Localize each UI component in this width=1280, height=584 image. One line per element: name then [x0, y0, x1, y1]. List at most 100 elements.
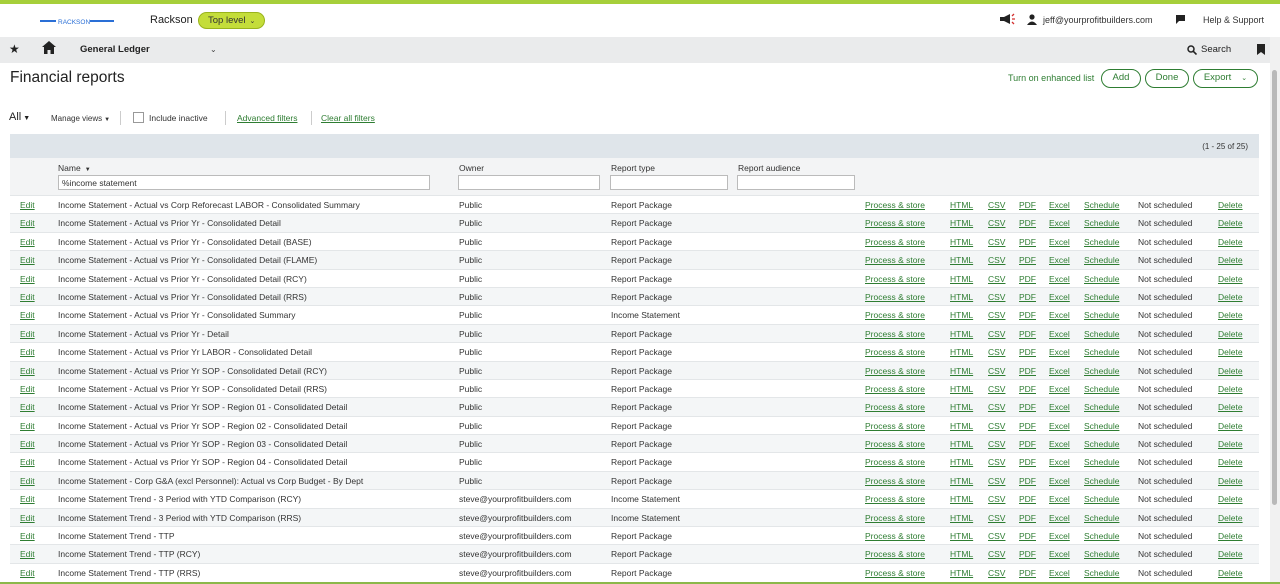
- process-store-link[interactable]: Process & store: [865, 218, 925, 228]
- pdf-link[interactable]: PDF: [1019, 549, 1036, 559]
- include-inactive-checkbox[interactable]: [133, 112, 144, 123]
- process-store-link[interactable]: Process & store: [865, 200, 925, 210]
- pdf-link[interactable]: PDF: [1019, 310, 1036, 320]
- delete-link[interactable]: Delete: [1218, 513, 1243, 523]
- bookmark-icon[interactable]: [1257, 44, 1265, 58]
- edit-link[interactable]: Edit: [20, 347, 35, 357]
- process-store-link[interactable]: Process & store: [865, 531, 925, 541]
- schedule-link[interactable]: Schedule: [1084, 310, 1119, 320]
- edit-link[interactable]: Edit: [20, 237, 35, 247]
- pdf-link[interactable]: PDF: [1019, 384, 1036, 394]
- excel-link[interactable]: Excel: [1049, 329, 1070, 339]
- html-link[interactable]: HTML: [950, 255, 973, 265]
- csv-link[interactable]: CSV: [988, 531, 1005, 541]
- edit-link[interactable]: Edit: [20, 531, 35, 541]
- html-link[interactable]: HTML: [950, 347, 973, 357]
- pdf-link[interactable]: PDF: [1019, 531, 1036, 541]
- excel-link[interactable]: Excel: [1049, 384, 1070, 394]
- chat-icon[interactable]: [1175, 14, 1186, 27]
- csv-link[interactable]: CSV: [988, 237, 1005, 247]
- process-store-link[interactable]: Process & store: [865, 421, 925, 431]
- edit-link[interactable]: Edit: [20, 402, 35, 412]
- delete-link[interactable]: Delete: [1218, 366, 1243, 376]
- html-link[interactable]: HTML: [950, 274, 973, 284]
- csv-link[interactable]: CSV: [988, 476, 1005, 486]
- process-store-link[interactable]: Process & store: [865, 439, 925, 449]
- html-link[interactable]: HTML: [950, 421, 973, 431]
- pdf-link[interactable]: PDF: [1019, 200, 1036, 210]
- csv-link[interactable]: CSV: [988, 310, 1005, 320]
- process-store-link[interactable]: Process & store: [865, 513, 925, 523]
- announcement-icon[interactable]: [999, 13, 1015, 27]
- excel-link[interactable]: Excel: [1049, 476, 1070, 486]
- edit-link[interactable]: Edit: [20, 549, 35, 559]
- csv-link[interactable]: CSV: [988, 402, 1005, 412]
- csv-link[interactable]: CSV: [988, 366, 1005, 376]
- html-link[interactable]: HTML: [950, 513, 973, 523]
- csv-link[interactable]: CSV: [988, 200, 1005, 210]
- delete-link[interactable]: Delete: [1218, 494, 1243, 504]
- clear-filters-link[interactable]: Clear all filters: [321, 113, 375, 123]
- enhanced-list-toggle[interactable]: Turn on enhanced list: [1008, 73, 1094, 83]
- delete-link[interactable]: Delete: [1218, 255, 1243, 265]
- schedule-link[interactable]: Schedule: [1084, 237, 1119, 247]
- delete-link[interactable]: Delete: [1218, 384, 1243, 394]
- csv-link[interactable]: CSV: [988, 568, 1005, 578]
- process-store-link[interactable]: Process & store: [865, 568, 925, 578]
- entity-level-selector[interactable]: Top level ⌄: [198, 12, 266, 29]
- edit-link[interactable]: Edit: [20, 292, 35, 302]
- process-store-link[interactable]: Process & store: [865, 255, 925, 265]
- excel-link[interactable]: Excel: [1049, 292, 1070, 302]
- schedule-link[interactable]: Schedule: [1084, 457, 1119, 467]
- html-link[interactable]: HTML: [950, 549, 973, 559]
- html-link[interactable]: HTML: [950, 366, 973, 376]
- schedule-link[interactable]: Schedule: [1084, 568, 1119, 578]
- excel-link[interactable]: Excel: [1049, 255, 1070, 265]
- scrollbar-thumb[interactable]: [1272, 70, 1277, 505]
- edit-link[interactable]: Edit: [20, 439, 35, 449]
- pdf-link[interactable]: PDF: [1019, 513, 1036, 523]
- schedule-link[interactable]: Schedule: [1084, 513, 1119, 523]
- csv-link[interactable]: CSV: [988, 439, 1005, 449]
- column-header-report-audience[interactable]: Report audience: [738, 163, 800, 173]
- excel-link[interactable]: Excel: [1049, 366, 1070, 376]
- delete-link[interactable]: Delete: [1218, 568, 1243, 578]
- advanced-filters-link[interactable]: Advanced filters: [237, 113, 297, 123]
- pdf-link[interactable]: PDF: [1019, 274, 1036, 284]
- csv-link[interactable]: CSV: [988, 421, 1005, 431]
- edit-link[interactable]: Edit: [20, 200, 35, 210]
- html-link[interactable]: HTML: [950, 384, 973, 394]
- process-store-link[interactable]: Process & store: [865, 292, 925, 302]
- html-link[interactable]: HTML: [950, 457, 973, 467]
- html-link[interactable]: HTML: [950, 292, 973, 302]
- owner-filter-input[interactable]: [458, 175, 600, 190]
- delete-link[interactable]: Delete: [1218, 218, 1243, 228]
- report-type-filter-input[interactable]: [610, 175, 728, 190]
- edit-link[interactable]: Edit: [20, 513, 35, 523]
- schedule-link[interactable]: Schedule: [1084, 549, 1119, 559]
- excel-link[interactable]: Excel: [1049, 200, 1070, 210]
- csv-link[interactable]: CSV: [988, 218, 1005, 228]
- add-button[interactable]: Add: [1101, 69, 1141, 88]
- excel-link[interactable]: Excel: [1049, 218, 1070, 228]
- csv-link[interactable]: CSV: [988, 292, 1005, 302]
- schedule-link[interactable]: Schedule: [1084, 366, 1119, 376]
- process-store-link[interactable]: Process & store: [865, 457, 925, 467]
- csv-link[interactable]: CSV: [988, 549, 1005, 559]
- excel-link[interactable]: Excel: [1049, 549, 1070, 559]
- delete-link[interactable]: Delete: [1218, 402, 1243, 412]
- schedule-link[interactable]: Schedule: [1084, 494, 1119, 504]
- csv-link[interactable]: CSV: [988, 274, 1005, 284]
- csv-link[interactable]: CSV: [988, 457, 1005, 467]
- star-icon[interactable]: ★: [9, 42, 20, 56]
- schedule-link[interactable]: Schedule: [1084, 476, 1119, 486]
- html-link[interactable]: HTML: [950, 476, 973, 486]
- html-link[interactable]: HTML: [950, 531, 973, 541]
- delete-link[interactable]: Delete: [1218, 421, 1243, 431]
- export-button[interactable]: Export ⌄: [1193, 69, 1258, 88]
- csv-link[interactable]: CSV: [988, 494, 1005, 504]
- html-link[interactable]: HTML: [950, 402, 973, 412]
- pdf-link[interactable]: PDF: [1019, 237, 1036, 247]
- schedule-link[interactable]: Schedule: [1084, 200, 1119, 210]
- rackson-logo[interactable]: RACKSON: [40, 14, 115, 28]
